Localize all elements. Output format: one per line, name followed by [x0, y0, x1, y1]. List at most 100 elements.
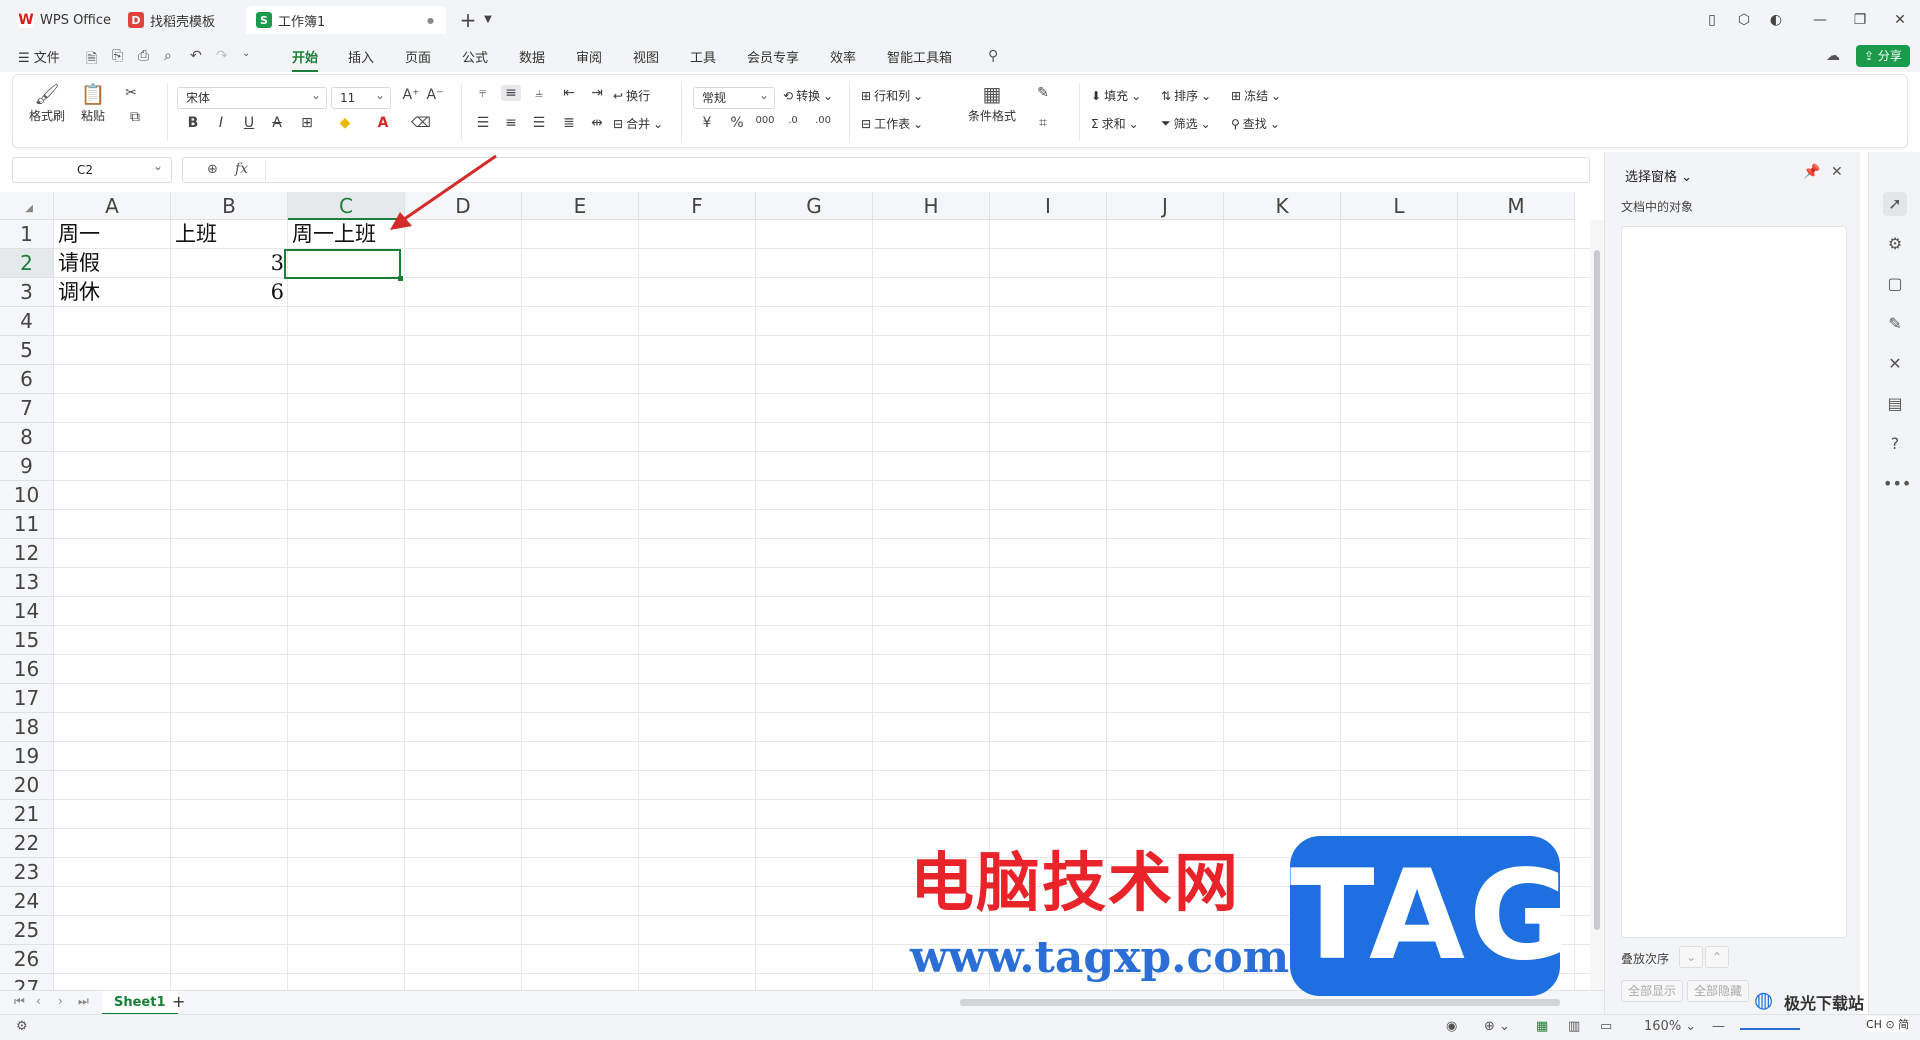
prev-sheet-icon[interactable]: ‹ — [36, 994, 41, 1008]
sum-button[interactable]: Σ 求和 ⌄ — [1091, 115, 1139, 132]
wrap-text-button[interactable]: ↩ 换行 — [613, 87, 650, 104]
row-header-10[interactable]: 10 — [0, 481, 54, 510]
menu-insert[interactable]: 插入 — [348, 47, 374, 66]
align-bottom-icon[interactable]: ⫨ — [529, 85, 549, 101]
close-icon[interactable]: ✕ — [1831, 164, 1843, 180]
row-header-20[interactable]: 20 — [0, 771, 54, 800]
tab-workbook[interactable]: S 工作簿1 ● — [246, 6, 446, 34]
avatar[interactable]: ◐ — [1764, 8, 1788, 32]
move-down-button[interactable]: ⌄ — [1679, 946, 1704, 968]
zoom-formula-icon[interactable]: ⊕ — [207, 162, 218, 177]
sheet-tab-sheet1[interactable]: Sheet1 — [102, 991, 178, 1015]
pane-title[interactable]: 选择窗格 ⌄ — [1625, 166, 1692, 185]
align-middle-icon[interactable]: ≡ — [501, 85, 521, 101]
chevron-down-icon[interactable]: ▼ — [476, 8, 500, 32]
align-top-icon[interactable]: ⫧ — [473, 85, 493, 101]
cell-b1[interactable]: 上班 — [171, 220, 221, 249]
search-icon[interactable]: ⚲ — [988, 48, 998, 64]
paste-button[interactable]: 📋 粘贴 — [71, 81, 115, 124]
eye-protection-icon[interactable]: ◉ — [1446, 1019, 1457, 1034]
font-size-select[interactable]: 11 — [331, 85, 391, 109]
row-header-19[interactable]: 19 — [0, 742, 54, 771]
cell-b3[interactable]: 6 — [171, 278, 288, 307]
cell-style-icon[interactable]: ✎ — [1033, 85, 1053, 101]
column-header-l[interactable]: L — [1341, 192, 1458, 220]
rows-columns-button[interactable]: ⊞ 行和列 ⌄ — [861, 87, 923, 104]
pin-icon[interactable]: 📌 — [1803, 164, 1820, 180]
menu-tools[interactable]: 工具 — [690, 47, 716, 66]
row-header-8[interactable]: 8 — [0, 423, 54, 452]
menu-page[interactable]: 页面 — [405, 47, 431, 66]
format-painter-button[interactable]: 🖌 格式刷 — [25, 81, 69, 124]
decrease-font-icon[interactable]: A⁻ — [425, 87, 445, 103]
help-icon[interactable]: ? — [1883, 432, 1907, 456]
row-header-6[interactable]: 6 — [0, 365, 54, 394]
export-icon[interactable]: ⎘ — [112, 48, 123, 64]
select-all-corner[interactable]: ◢ — [0, 192, 54, 220]
merge-cells-button[interactable]: ⊟ 合并 ⌄ — [613, 115, 663, 132]
align-left-icon[interactable]: ☰ — [473, 115, 493, 131]
worksheet-button[interactable]: ⊟ 工作表 ⌄ — [861, 115, 923, 132]
row-header-9[interactable]: 9 — [0, 452, 54, 481]
row-header-23[interactable]: 23 — [0, 858, 54, 887]
print-icon[interactable]: ⎙ — [138, 48, 149, 64]
menu-file[interactable]: ☰ 文件 — [18, 47, 60, 66]
currency-icon[interactable]: ¥ — [697, 115, 717, 131]
row-header-26[interactable]: 26 — [0, 945, 54, 974]
page-layout-icon[interactable]: ▥ — [1568, 1019, 1580, 1034]
properties-icon[interactable]: ⚙ — [1883, 232, 1907, 256]
select-pointer-icon[interactable]: ➚ — [1883, 192, 1907, 216]
bold-icon[interactable]: B — [183, 115, 203, 131]
cell-b2[interactable]: 3 — [171, 249, 288, 278]
increase-indent-icon[interactable]: ⇥ — [587, 85, 607, 101]
cell-a3[interactable]: 调休 — [54, 278, 104, 307]
comment-icon[interactable]: ▢ — [1883, 272, 1907, 296]
cube-icon[interactable]: ⬡ — [1732, 8, 1756, 32]
restore-icon[interactable]: ❐ — [1848, 8, 1872, 32]
normal-view-icon[interactable]: ▦ — [1536, 1019, 1548, 1034]
row-header-7[interactable]: 7 — [0, 394, 54, 423]
cut-icon[interactable]: ✂ — [121, 85, 141, 101]
menu-review[interactable]: 审阅 — [576, 47, 602, 66]
row-header-4[interactable]: 4 — [0, 307, 54, 336]
cell-c1[interactable]: 周一上班 — [288, 220, 380, 249]
macro-icon[interactable]: ⚙ — [16, 1019, 28, 1034]
row-header-3[interactable]: 3 — [0, 278, 54, 307]
tab-docer[interactable]: D 找稻壳模板 — [118, 6, 240, 34]
align-right-icon[interactable]: ☰ — [529, 115, 549, 131]
find-button[interactable]: ⚲ 查找 ⌄ — [1231, 115, 1280, 132]
distribute-icon[interactable]: ⇹ — [587, 115, 607, 131]
fx-icon[interactable]: fx — [235, 161, 248, 177]
column-header-e[interactable]: E — [522, 192, 639, 220]
column-header-g[interactable]: G — [756, 192, 873, 220]
last-sheet-icon[interactable]: ⏭ — [78, 994, 89, 1009]
scroll-thumb[interactable] — [1594, 250, 1600, 930]
menu-formula[interactable]: 公式 — [462, 47, 488, 66]
filter-button[interactable]: ⏷ 筛选 ⌄ — [1161, 115, 1211, 132]
row-header-2[interactable]: 2 — [0, 249, 54, 278]
increase-decimal-icon[interactable]: .0 — [783, 115, 803, 126]
next-sheet-icon[interactable]: › — [58, 994, 63, 1008]
design-icon[interactable]: ✎ — [1883, 312, 1907, 336]
thousands-icon[interactable]: 000 — [755, 115, 775, 126]
column-header-h[interactable]: H — [873, 192, 990, 220]
layout-icon[interactable]: ▯ — [1700, 8, 1724, 32]
objects-list[interactable] — [1621, 226, 1847, 938]
italic-icon[interactable]: I — [211, 115, 231, 131]
row-header-14[interactable]: 14 — [0, 597, 54, 626]
font-color-icon[interactable]: A — [373, 115, 393, 131]
justify-icon[interactable]: ≣ — [559, 115, 579, 131]
zoom-level[interactable]: 160% ⌄ — [1644, 1019, 1696, 1034]
number-format-select[interactable]: 常规 — [693, 85, 775, 109]
close-icon[interactable]: ✕ — [1888, 8, 1912, 32]
increase-font-icon[interactable]: A⁺ — [401, 87, 421, 103]
row-header-16[interactable]: 16 — [0, 655, 54, 684]
strikethrough-icon[interactable]: A — [267, 115, 287, 131]
name-box[interactable]: C2 — [12, 154, 172, 183]
row-header-12[interactable]: 12 — [0, 539, 54, 568]
cell-a2[interactable]: 请假 — [54, 249, 104, 278]
row-header-18[interactable]: 18 — [0, 713, 54, 742]
row-header-24[interactable]: 24 — [0, 887, 54, 916]
row-header-25[interactable]: 25 — [0, 916, 54, 945]
fill-color-icon[interactable]: ◆ — [335, 115, 355, 131]
